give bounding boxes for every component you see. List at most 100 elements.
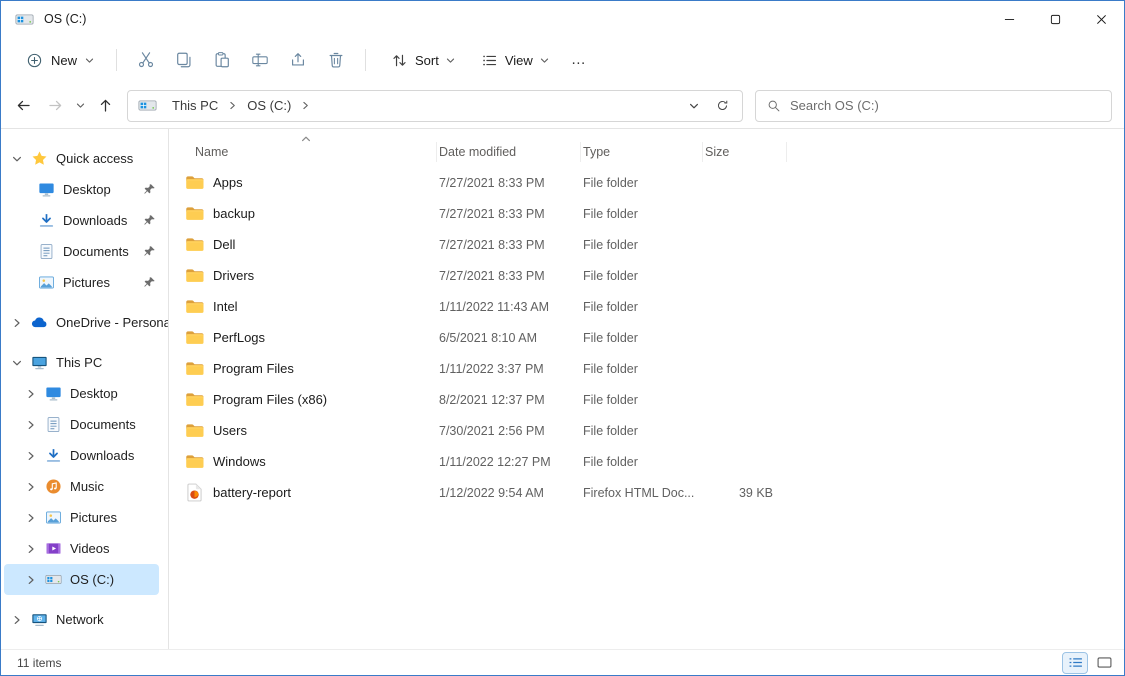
- file-type: File folder: [581, 269, 703, 283]
- address-bar[interactable]: This PC OS (C:): [127, 90, 743, 122]
- column-header-type[interactable]: Type: [581, 142, 703, 162]
- sort-button[interactable]: Sort: [381, 45, 465, 76]
- documents-icon: [45, 416, 62, 433]
- trash-icon: [327, 51, 345, 69]
- chevron-down-icon[interactable]: [12, 154, 22, 164]
- more-options-button[interactable]: …: [561, 42, 597, 78]
- sidebar-item-documents[interactable]: Documents: [1, 409, 168, 440]
- navigation-bar: This PC OS (C:): [1, 83, 1124, 129]
- paste-button[interactable]: [204, 42, 240, 78]
- file-row[interactable]: Apps 7/27/2021 8:33 PM File folder: [169, 167, 1124, 198]
- sidebar-item-pictures-quick[interactable]: Pictures: [1, 267, 168, 298]
- file-date: 7/27/2021 8:33 PM: [437, 238, 581, 252]
- chevron-right-icon[interactable]: [26, 451, 36, 461]
- pin-icon: [143, 214, 156, 227]
- chevron-right-icon[interactable]: [26, 544, 36, 554]
- file-row[interactable]: Program Files 1/11/2022 3:37 PM File fol…: [169, 353, 1124, 384]
- view-icon: [481, 52, 498, 69]
- recent-locations-button[interactable]: [71, 90, 89, 122]
- sidebar-item-desktop-quick[interactable]: Desktop: [1, 174, 168, 205]
- chevron-down-icon[interactable]: [12, 358, 22, 368]
- file-row[interactable]: Users 7/30/2021 2:56 PM File folder: [169, 415, 1124, 446]
- sidebar-item-label: Pictures: [63, 275, 110, 290]
- close-button[interactable]: [1078, 1, 1124, 37]
- minimize-icon: [1004, 14, 1015, 25]
- sidebar-item-pictures[interactable]: Pictures: [1, 502, 168, 533]
- pin-icon: [143, 276, 156, 289]
- large-icons-view-button[interactable]: [1092, 653, 1116, 673]
- delete-button[interactable]: [318, 42, 354, 78]
- search-input[interactable]: [790, 98, 1100, 113]
- file-row[interactable]: PerfLogs 6/5/2021 8:10 AM File folder: [169, 322, 1124, 353]
- sidebar-item-videos[interactable]: Videos: [1, 533, 168, 564]
- sidebar-item-onedrive[interactable]: OneDrive - Personal: [1, 307, 168, 338]
- share-button[interactable]: [280, 42, 316, 78]
- sidebar-item-label: Quick access: [56, 151, 133, 166]
- sidebar-item-this-pc[interactable]: This PC: [1, 347, 168, 378]
- chevron-right-icon[interactable]: [228, 101, 237, 110]
- sidebar-item-desktop[interactable]: Desktop: [1, 378, 168, 409]
- sidebar-item-documents-quick[interactable]: Documents: [1, 236, 168, 267]
- sort-button-label: Sort: [415, 53, 439, 68]
- chevron-right-icon[interactable]: [26, 513, 36, 523]
- maximize-icon: [1050, 14, 1061, 25]
- more-options-label: …: [571, 55, 587, 65]
- status-bar: 11 items: [1, 649, 1124, 675]
- file-row[interactable]: battery-report 1/12/2022 9:54 AM Firefox…: [169, 477, 1124, 508]
- file-date: 1/11/2022 12:27 PM: [437, 455, 581, 469]
- new-button[interactable]: New: [15, 45, 105, 76]
- maximize-button[interactable]: [1032, 1, 1078, 37]
- chevron-right-icon[interactable]: [12, 318, 22, 328]
- folder-icon: [185, 423, 204, 438]
- file-row[interactable]: Drivers 7/27/2021 8:33 PM File folder: [169, 260, 1124, 291]
- main-area: Quick access Desktop Downloads Documents…: [1, 129, 1124, 649]
- column-header-date-modified[interactable]: Date modified: [437, 142, 581, 162]
- column-header-size[interactable]: Size: [703, 142, 787, 162]
- back-button[interactable]: [7, 90, 39, 122]
- address-dropdown-button[interactable]: [680, 93, 707, 119]
- breadcrumb-this-pc[interactable]: This PC: [165, 95, 225, 116]
- file-name: Apps: [213, 175, 243, 190]
- search-box[interactable]: [755, 90, 1112, 122]
- documents-icon: [38, 243, 55, 260]
- file-row[interactable]: Windows 1/11/2022 12:27 PM File folder: [169, 446, 1124, 477]
- sidebar-item-quick-access[interactable]: Quick access: [1, 143, 168, 174]
- details-view-button[interactable]: [1063, 653, 1087, 673]
- sidebar-item-downloads[interactable]: Downloads: [1, 440, 168, 471]
- chevron-right-icon[interactable]: [26, 575, 36, 585]
- refresh-button[interactable]: [709, 93, 736, 119]
- minimize-button[interactable]: [986, 1, 1032, 37]
- downloads-icon: [45, 447, 62, 464]
- cut-button[interactable]: [128, 42, 164, 78]
- breadcrumb-os-c[interactable]: OS (C:): [240, 95, 298, 116]
- column-header-name[interactable]: Name: [169, 142, 437, 162]
- this-pc-icon: [31, 354, 48, 371]
- sidebar-item-network[interactable]: Network: [1, 604, 168, 635]
- navigation-pane: Quick access Desktop Downloads Documents…: [1, 129, 169, 649]
- file-name: Program Files: [213, 361, 294, 376]
- sidebar-item-label: Network: [56, 612, 104, 627]
- file-row[interactable]: Program Files (x86) 8/2/2021 12:37 PM Fi…: [169, 384, 1124, 415]
- sidebar-item-label: Music: [70, 479, 104, 494]
- chevron-right-icon[interactable]: [26, 420, 36, 430]
- chevron-right-icon[interactable]: [12, 615, 22, 625]
- chevron-right-icon[interactable]: [301, 101, 310, 110]
- file-row[interactable]: backup 7/27/2021 8:33 PM File folder: [169, 198, 1124, 229]
- window-title: OS (C:): [44, 12, 86, 26]
- sidebar-item-label: OS (C:): [70, 572, 114, 587]
- file-row[interactable]: Intel 1/11/2022 11:43 AM File folder: [169, 291, 1124, 322]
- up-button[interactable]: [89, 90, 121, 122]
- toolbar-separator: [116, 49, 117, 71]
- chevron-right-icon[interactable]: [26, 482, 36, 492]
- rename-button[interactable]: [242, 42, 278, 78]
- sidebar-item-os-c-selected[interactable]: OS (C:): [4, 564, 159, 595]
- sidebar-item-music[interactable]: Music: [1, 471, 168, 502]
- chevron-right-icon[interactable]: [26, 389, 36, 399]
- file-row[interactable]: Dell 7/27/2021 8:33 PM File folder: [169, 229, 1124, 260]
- sidebar-item-downloads-quick[interactable]: Downloads: [1, 205, 168, 236]
- new-button-label: New: [51, 53, 77, 68]
- forward-button[interactable]: [39, 90, 71, 122]
- view-button[interactable]: View: [471, 45, 559, 76]
- copy-button[interactable]: [166, 42, 202, 78]
- arrow-up-icon: [97, 97, 114, 114]
